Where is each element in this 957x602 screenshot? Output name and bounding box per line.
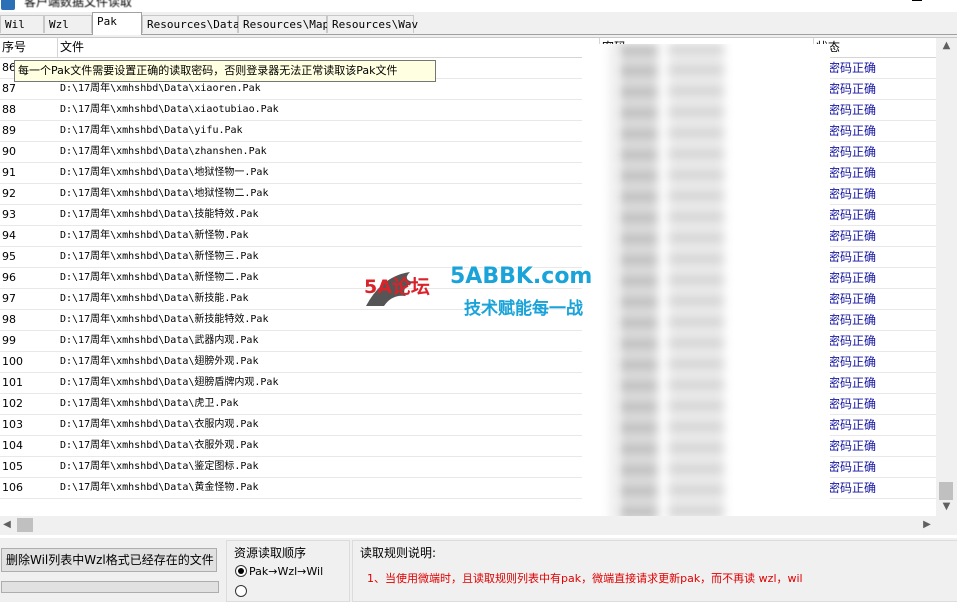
row-status: 密码正确 bbox=[818, 478, 936, 498]
row-status: 密码正确 bbox=[818, 100, 936, 120]
read-rules-group: 读取规则说明: 1、当使用微端时，且读取规则列表中有pak，微端直接请求更新pa… bbox=[352, 540, 957, 602]
row-file-path: D:\17周年\xmhshbd\Data\鉴定图标.Pak bbox=[60, 461, 259, 472]
row-status: 密码正确 bbox=[818, 121, 936, 141]
tab-strip: Wil Wzl Pak Resources\Data Resources\Map… bbox=[0, 12, 957, 35]
row-file-path: D:\17周年\xmhshbd\Data\地狱怪物二.Pak bbox=[60, 188, 269, 199]
title-bar: 客户端数据文件读取 bbox=[0, 0, 957, 12]
row-file-path: D:\17周年\xmhshbd\Data\武器内观.Pak bbox=[60, 335, 259, 346]
row-file-path: D:\17周年\xmhshbd\Data\yifu.Pak bbox=[60, 125, 243, 136]
window-title: 客户端数据文件读取 bbox=[24, 0, 133, 9]
row-status: 密码正确 bbox=[818, 331, 936, 351]
scroll-down-arrow-icon[interactable]: ▼ bbox=[936, 501, 957, 512]
read-rules-label: 读取规则说明: bbox=[359, 544, 438, 561]
row-number: 100 bbox=[2, 355, 23, 368]
row-status: 密码正确 bbox=[818, 310, 936, 330]
row-number: 87 bbox=[2, 82, 16, 95]
rule-line-1: 1、当使用微端时，且读取规则列表中有pak，微端直接请求更新pak，而不再读 w… bbox=[367, 572, 803, 585]
row-file-path: D:\17周年\xmhshbd\Data\zhanshen.Pak bbox=[60, 146, 267, 157]
row-number: 95 bbox=[2, 250, 16, 263]
row-status: 密码正确 bbox=[818, 142, 936, 162]
row-status: 密码正确 bbox=[818, 415, 936, 435]
row-file-path: D:\17周年\xmhshbd\Data\新怪物三.Pak bbox=[60, 251, 259, 262]
vertical-scroll-thumb[interactable] bbox=[939, 482, 953, 500]
row-number: 105 bbox=[2, 460, 23, 473]
row-number: 89 bbox=[2, 124, 16, 137]
row-status: 密码正确 bbox=[818, 373, 936, 393]
row-number: 102 bbox=[2, 397, 23, 410]
row-file-path: D:\17周年\xmhshbd\Data\xiaotubiao.Pak bbox=[60, 104, 279, 115]
row-file-path: D:\17周年\xmhshbd\Data\虎卫.Pak bbox=[60, 398, 239, 409]
scroll-right-arrow-icon[interactable]: ▶ bbox=[920, 519, 934, 530]
secondary-button[interactable] bbox=[1, 581, 219, 593]
row-number: 97 bbox=[2, 292, 16, 305]
row-number: 104 bbox=[2, 439, 23, 452]
tab-wil[interactable]: Wil bbox=[0, 15, 44, 33]
app-icon bbox=[1, 0, 15, 10]
row-file-path: D:\17周年\xmhshbd\Data\新技能.Pak bbox=[60, 293, 249, 304]
row-file-path: D:\17周年\xmhshbd\Data\新怪物二.Pak bbox=[60, 272, 259, 283]
resource-order-label: 资源读取顺序 bbox=[233, 544, 308, 561]
column-header-file[interactable]: 文件 bbox=[58, 38, 600, 57]
row-file-path: D:\17周年\xmhshbd\Data\黄金怪物.Pak bbox=[60, 482, 259, 493]
row-file-path: D:\17周年\xmhshbd\Data\翅膀外观.Pak bbox=[60, 356, 259, 367]
row-status: 密码正确 bbox=[818, 268, 936, 288]
password-tooltip: 每一个Pak文件需要设置正确的读取密码，否则登录器无法正常读取该Pak文件 bbox=[14, 60, 436, 82]
row-status: 密码正确 bbox=[818, 394, 936, 414]
row-status: 密码正确 bbox=[818, 79, 936, 99]
row-number: 88 bbox=[2, 103, 16, 116]
row-file-path: D:\17周年\xmhshbd\Data\衣服内观.Pak bbox=[60, 419, 259, 430]
row-status: 密码正确 bbox=[818, 226, 936, 246]
row-status: 密码正确 bbox=[818, 163, 936, 183]
row-file-path: D:\17周年\xmhshbd\Data\翅膀盾牌内观.Pak bbox=[60, 377, 279, 388]
column-header-no[interactable]: 序号 bbox=[0, 38, 58, 57]
row-status: 密码正确 bbox=[818, 247, 936, 267]
row-file-path: D:\17周年\xmhshbd\Data\新怪物.Pak bbox=[60, 230, 249, 241]
tab-resources-data[interactable]: Resources\Data bbox=[142, 15, 240, 33]
row-status: 密码正确 bbox=[818, 436, 936, 456]
order-option2-radio[interactable] bbox=[235, 585, 247, 597]
row-status: 密码正确 bbox=[818, 352, 936, 372]
scroll-up-arrow-icon[interactable]: ▲ bbox=[936, 40, 957, 51]
row-number: 91 bbox=[2, 166, 16, 179]
row-file-path: D:\17周年\xmhshbd\Data\xiaoren.Pak bbox=[60, 83, 261, 94]
row-number: 98 bbox=[2, 313, 16, 326]
tab-pak[interactable]: Pak bbox=[92, 12, 142, 35]
resource-order-group: 资源读取顺序 Pak→Wzl→Wil bbox=[226, 540, 350, 602]
tab-resources-wav[interactable]: Resources\Wav bbox=[327, 15, 418, 33]
tab-wzl[interactable]: Wzl bbox=[44, 15, 92, 33]
row-number: 92 bbox=[2, 187, 16, 200]
row-number: 99 bbox=[2, 334, 16, 347]
row-number: 90 bbox=[2, 145, 16, 158]
row-number: 96 bbox=[2, 271, 16, 284]
password-column-redacted bbox=[582, 44, 830, 522]
row-file-path: D:\17周年\xmhshbd\Data\地狱怪物一.Pak bbox=[60, 167, 269, 178]
row-file-path: D:\17周年\xmhshbd\Data\技能特效.Pak bbox=[60, 209, 259, 220]
horizontal-scrollbar[interactable]: ◀ ▶ bbox=[0, 516, 936, 535]
row-status: 密码正确 bbox=[818, 205, 936, 225]
row-number: 101 bbox=[2, 376, 23, 389]
row-number: 106 bbox=[2, 481, 23, 494]
row-number: 93 bbox=[2, 208, 16, 221]
tab-resources-map[interactable]: Resources\Map bbox=[238, 15, 329, 33]
order-option1-radio[interactable] bbox=[235, 565, 247, 577]
row-status: 密码正确 bbox=[818, 457, 936, 477]
row-number: 94 bbox=[2, 229, 16, 242]
delete-existing-wzl-button[interactable]: 删除Wil列表中Wzl格式已经存在的文件 bbox=[1, 548, 217, 572]
scroll-left-arrow-icon[interactable]: ◀ bbox=[0, 519, 14, 530]
vertical-scrollbar[interactable]: ▲ ▼ bbox=[936, 38, 957, 516]
row-file-path: D:\17周年\xmhshbd\Data\衣服外观.Pak bbox=[60, 440, 259, 451]
bottom-panel: 删除Wil列表中Wzl格式已经存在的文件 资源读取顺序 Pak→Wzl→Wil … bbox=[0, 537, 957, 602]
order-option1-label[interactable]: Pak→Wzl→Wil bbox=[249, 565, 323, 578]
row-file-path: D:\17周年\xmhshbd\Data\新技能特效.Pak bbox=[60, 314, 269, 325]
minimize-button[interactable] bbox=[912, 0, 922, 2]
row-status: 密码正确 bbox=[818, 289, 936, 309]
scrollbar-corner bbox=[936, 516, 957, 535]
horizontal-scroll-thumb[interactable] bbox=[17, 518, 33, 532]
row-status: 密码正确 bbox=[818, 58, 936, 78]
column-header-status[interactable]: 状态 bbox=[814, 38, 936, 57]
row-status: 密码正确 bbox=[818, 184, 936, 204]
row-number: 103 bbox=[2, 418, 23, 431]
